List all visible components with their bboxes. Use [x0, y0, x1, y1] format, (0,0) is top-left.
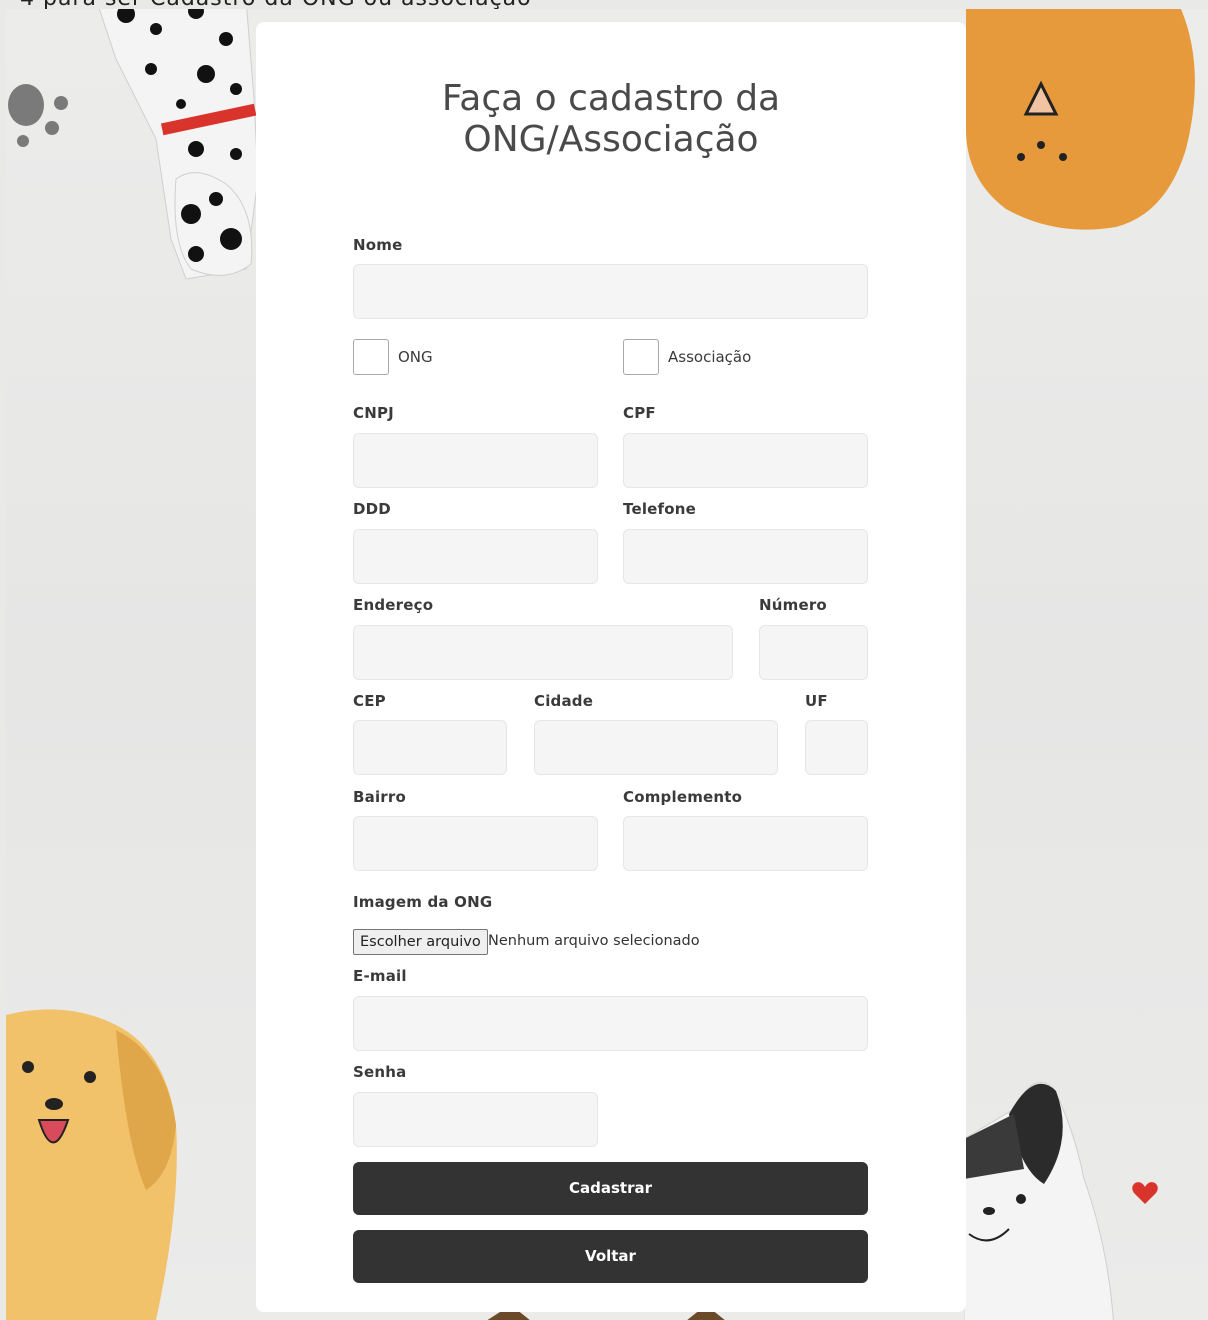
cidade-input[interactable] [534, 720, 778, 775]
telefone-input[interactable] [623, 529, 868, 584]
senha-label: Senha [353, 1063, 407, 1081]
registration-card: Faça o cadastro da ONG/Associação Nome O… [256, 22, 966, 1312]
senha-input[interactable] [353, 1092, 598, 1147]
endereco-input[interactable] [353, 625, 733, 680]
cep-input[interactable] [353, 720, 507, 775]
page-title-line2: ONG/Associação [463, 119, 759, 160]
golden-retriever-illustration [6, 1009, 177, 1320]
cidade-label: Cidade [534, 692, 594, 710]
associacao-checkbox[interactable] [623, 339, 659, 375]
voltar-button[interactable]: Voltar [353, 1230, 868, 1283]
cpf-input[interactable] [623, 433, 868, 488]
choose-file-button[interactable]: Escolher arquivo [353, 929, 488, 955]
file-status-text: Nenhum arquivo selecionado [488, 933, 700, 949]
complemento-label: Complemento [623, 788, 743, 806]
cep-label: CEP [353, 692, 386, 710]
telefone-label: Telefone [623, 500, 697, 518]
orange-cat-illustration [966, 9, 1195, 230]
complemento-input[interactable] [623, 816, 868, 871]
cnpj-label: CNPJ [353, 404, 394, 422]
cadastrar-button[interactable]: Cadastrar [353, 1162, 868, 1215]
cnpj-input[interactable] [353, 433, 598, 488]
ong-checkbox[interactable] [353, 339, 389, 375]
dalmatian-illustration [98, 9, 259, 280]
uf-input[interactable] [805, 720, 868, 775]
black-white-cat-illustration [964, 1081, 1114, 1320]
numero-input[interactable] [759, 625, 868, 680]
bairro-label: Bairro [353, 788, 406, 806]
page-title: Faça o cadastro da ONG/Associação [256, 78, 966, 160]
imagem-label: Imagem da ONG [353, 893, 493, 911]
numero-label: Número [759, 596, 827, 614]
ong-checkbox-label: ONG [398, 348, 433, 366]
cpf-label: CPF [623, 404, 656, 422]
email-input[interactable] [353, 996, 868, 1051]
paw-print-icon [8, 84, 68, 147]
uf-label: UF [805, 692, 828, 710]
bairro-input[interactable] [353, 816, 598, 871]
nome-input[interactable] [353, 264, 868, 319]
ddd-label: DDD [353, 500, 391, 518]
page-title-line1: Faça o cadastro da [441, 78, 781, 119]
endereco-label: Endereço [353, 596, 434, 614]
email-label: E-mail [353, 967, 407, 985]
nome-label: Nome [353, 236, 403, 254]
ddd-input[interactable] [353, 529, 598, 584]
associacao-checkbox-label: Associação [668, 348, 752, 366]
heart-icon [1132, 1182, 1158, 1204]
